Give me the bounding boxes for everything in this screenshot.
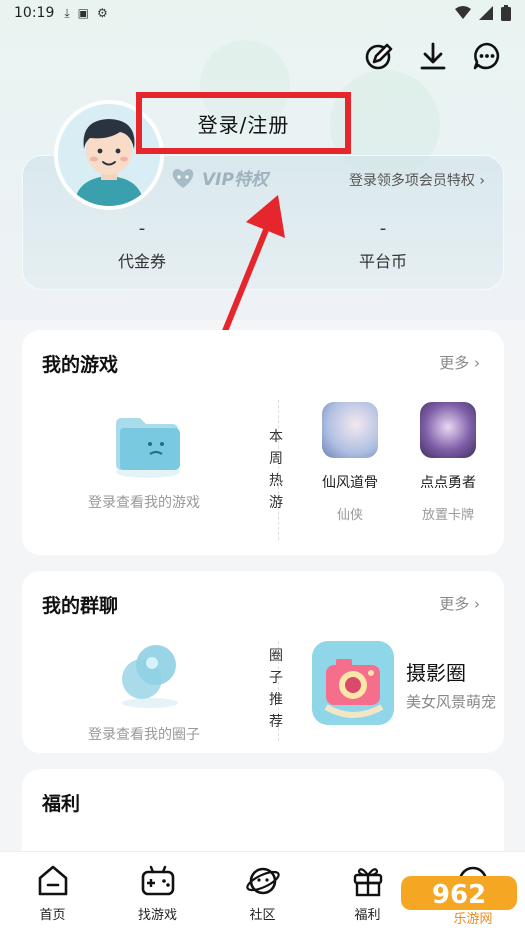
wifi-icon [455,6,471,19]
signal-icon [479,6,493,20]
app-status-icon: ▣ [77,6,90,20]
my-games-card: 我的游戏 更多 › 登录查看我的游戏 本周热游 仙风道骨 仙侠 点点勇者 放置卡… [22,330,504,555]
platform-coin-label: 平台币 [358,252,407,271]
login-register-button[interactable]: 登录/注册 [136,92,351,154]
message-icon[interactable] [471,40,503,72]
coupon-value: - [138,218,146,239]
weekly-hot-label: 本周热游 [269,429,283,511]
my-games-empty-text[interactable]: 登录查看我的游戏 [44,492,244,512]
planet-icon [245,867,280,895]
my-games-more-link[interactable]: 更多 › [439,352,480,373]
game-tag: 仙侠 [336,508,363,523]
my-groups-card: 我的群聊 更多 › 登录查看我的圈子 圈子推荐 摄影圈 美女风景萌宠 [22,571,504,753]
nav-home-label: 首页 [39,908,66,923]
status-bar: 10:19 ⤓ ▣ ⚙ [0,0,525,26]
camera-circle-icon[interactable] [312,641,394,725]
platform-coin-stat[interactable]: - 平台币 [313,220,453,272]
header-actions [363,40,503,72]
status-time: 10:19 [14,5,55,21]
my-games-title: 我的游戏 [42,354,119,376]
game-tag: 放置卡牌 [421,508,474,523]
game-name: 点点勇者 [420,475,476,491]
empty-folder-icon [116,418,180,478]
circle-name[interactable]: 摄影圈 [406,657,466,686]
download-icon[interactable] [417,40,449,72]
game-item[interactable]: 仙风道骨 仙侠 [310,402,390,523]
coupon-label: 代金券 [117,252,166,271]
game-icon [420,402,476,458]
battery-icon [501,5,511,21]
nav-find-games-label: 找游戏 [137,908,177,923]
gamepad-icon [141,865,174,896]
game-icon [322,402,378,458]
svg-text:乐游网: 乐游网 [453,912,492,927]
app-status-icon: ⚙ [97,6,108,20]
circle-recommend-label: 圈子推荐 [269,648,283,730]
svg-text:962: 962 [432,880,486,910]
watermark-logo: 962 乐游网 [399,872,519,927]
vip-label: VIP特权 [202,170,268,190]
vip-heart-icon [172,168,194,188]
nav-welfare-label: 福利 [354,908,381,923]
nav-community[interactable]: 社区 [210,852,315,933]
vip-badge[interactable]: VIP特权 [170,165,268,190]
game-name: 仙风道骨 [322,475,378,491]
nav-home[interactable]: 首页 [0,852,105,933]
nav-find-games[interactable]: 找游戏 [105,852,210,933]
login-register-label: 登录/注册 [197,112,290,137]
nav-community-label: 社区 [249,908,276,923]
my-groups-empty-text[interactable]: 登录查看我的圈子 [44,724,244,744]
gift-icon [353,868,382,897]
edit-icon[interactable] [363,40,395,72]
download-status-icon: ⤓ [64,5,70,20]
vip-hint-link[interactable]: 登录领多项会员特权 › [349,170,485,190]
welfare-title: 福利 [42,793,81,815]
coupon-stat[interactable]: - 代金券 [72,220,212,272]
circle-desc: 美女风景萌宠 [406,693,497,711]
my-groups-more-link[interactable]: 更多 › [439,593,480,614]
home-icon [38,865,67,896]
my-groups-title: 我的群聊 [42,595,119,617]
game-item[interactable]: 点点勇者 放置卡牌 [408,402,488,523]
empty-circle-icon [122,645,178,708]
platform-coin-value: - [379,218,387,239]
